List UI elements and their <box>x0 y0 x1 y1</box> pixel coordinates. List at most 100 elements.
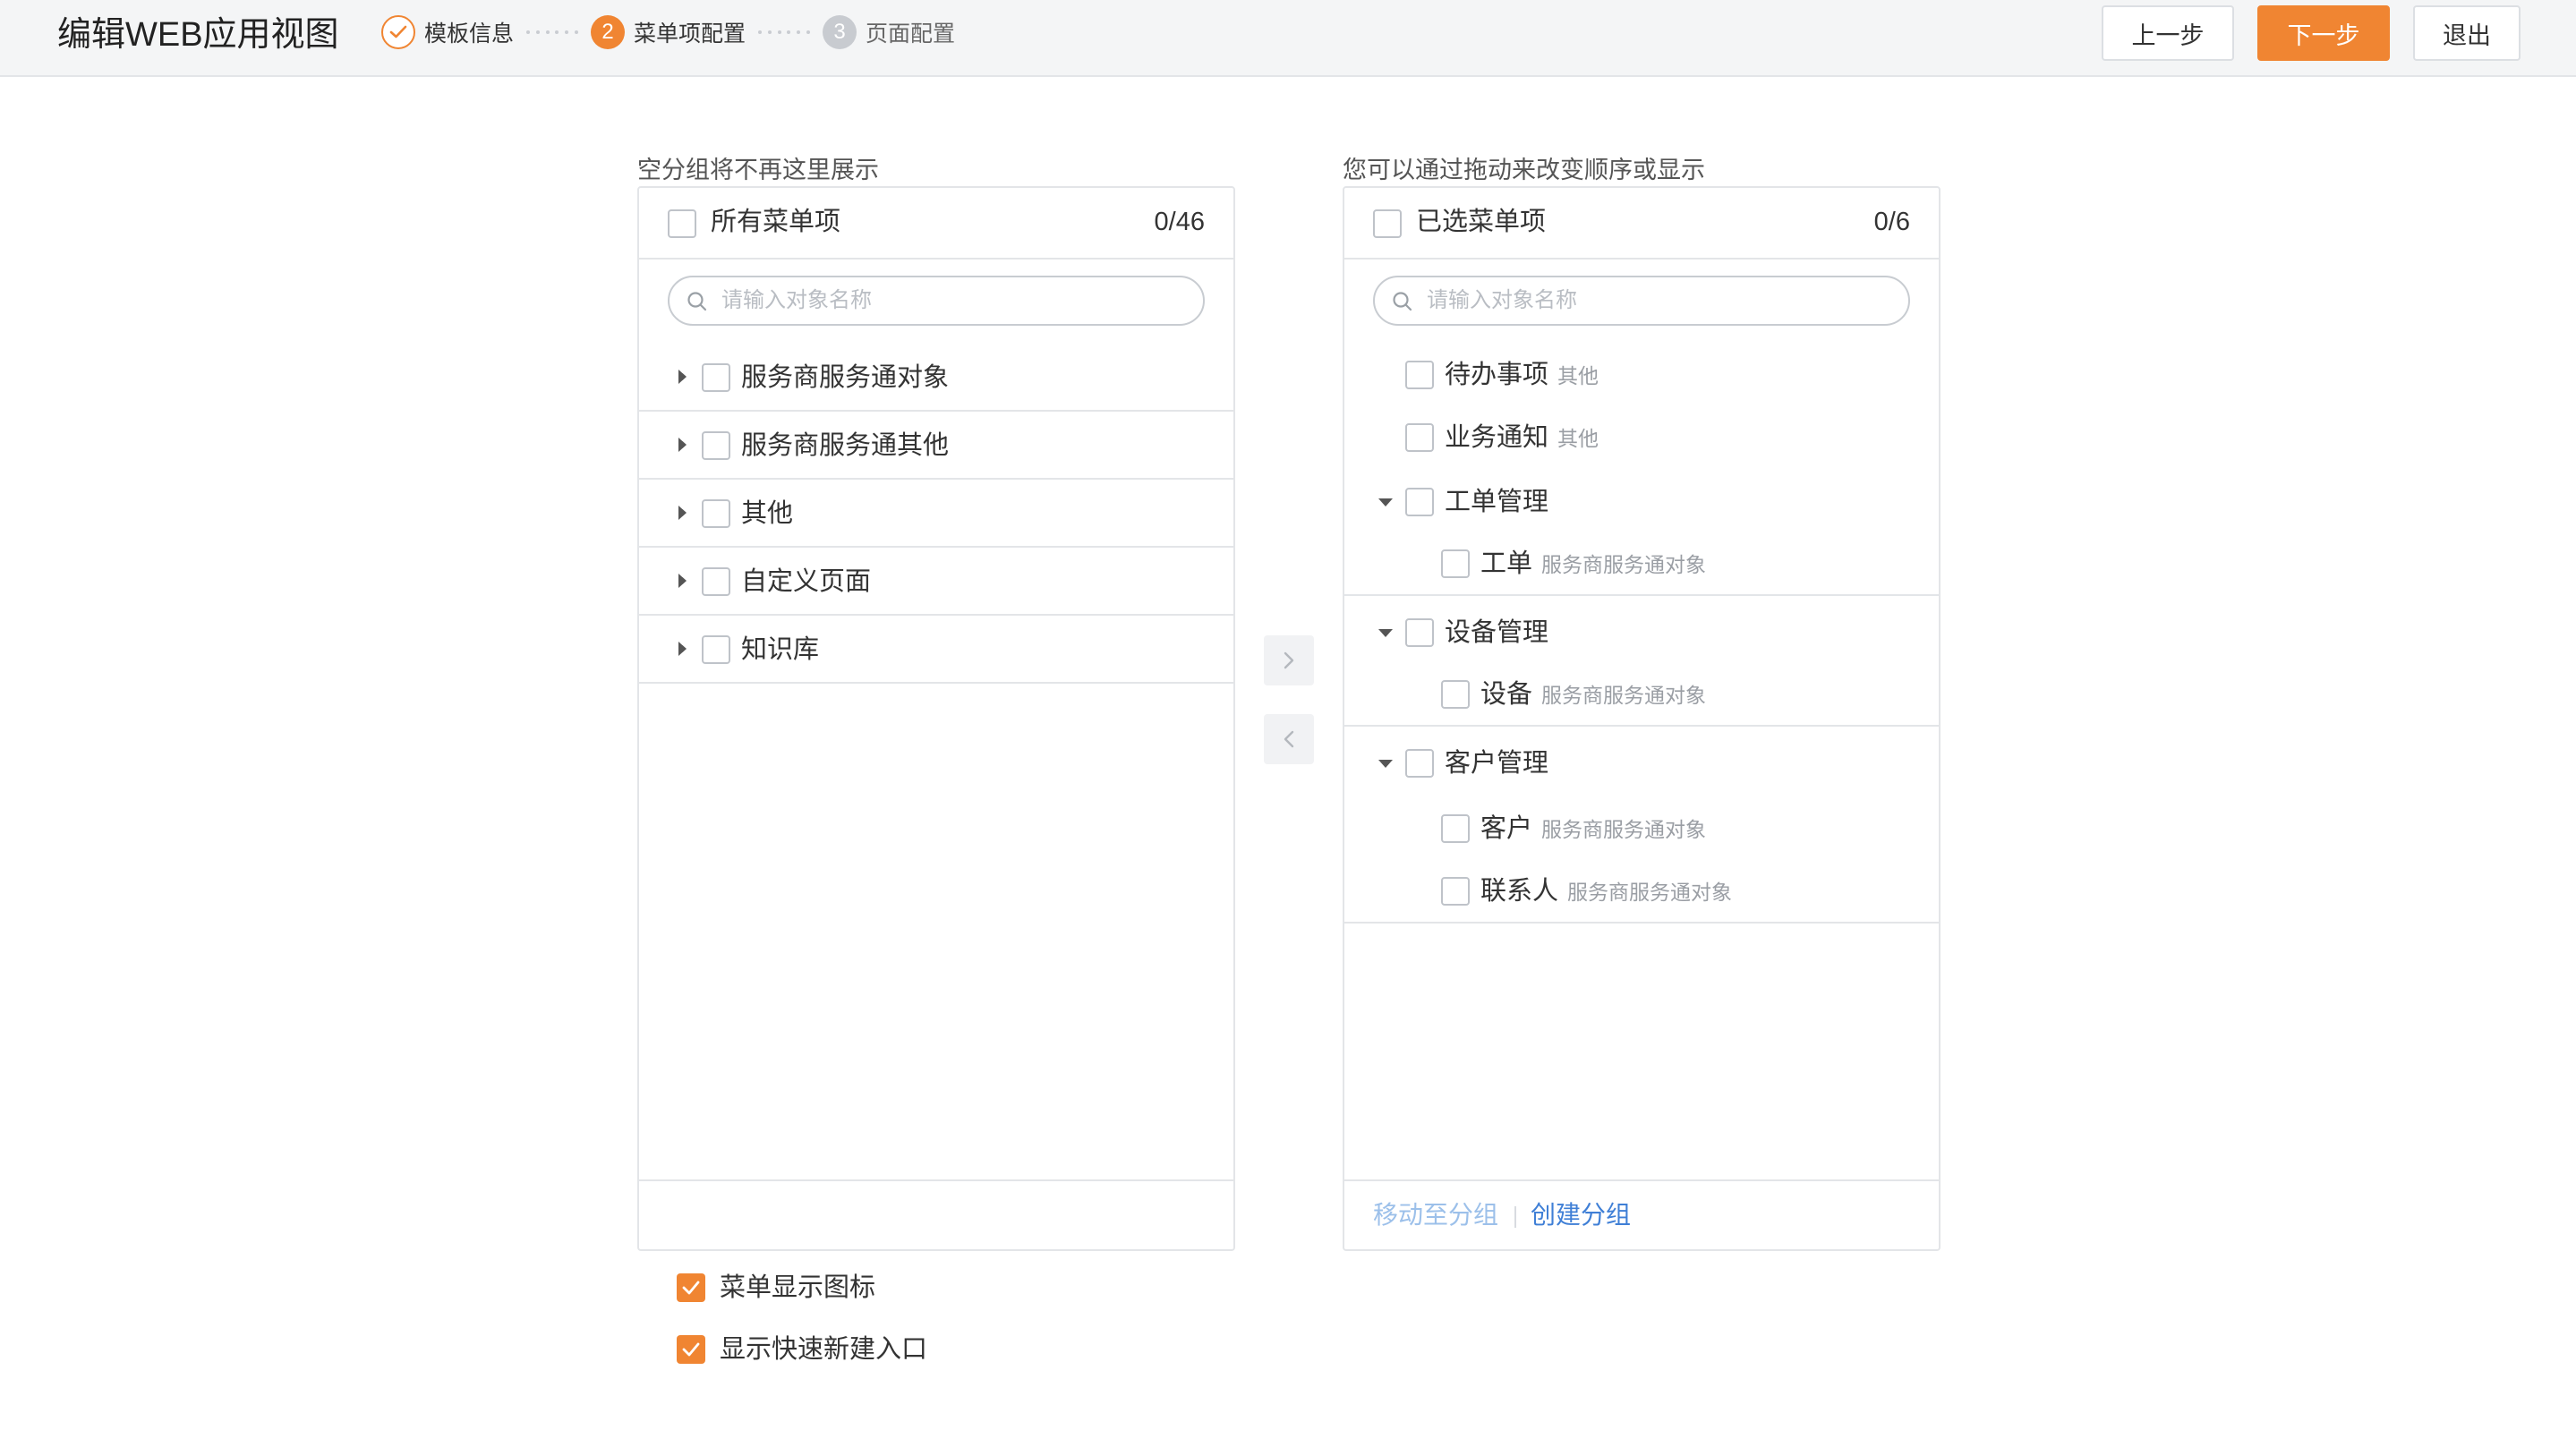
step-separator <box>758 30 811 34</box>
item-checkbox[interactable] <box>1441 549 1470 578</box>
move-left-button[interactable] <box>1264 714 1314 764</box>
caret-down-icon[interactable] <box>1378 629 1393 637</box>
item-checkbox[interactable] <box>702 567 730 596</box>
chevron-left-icon <box>1284 730 1294 748</box>
item-label: 服务商服务通其他 <box>741 431 950 460</box>
check-icon <box>389 25 407 38</box>
list-item[interactable]: 联系人 服务商服务通对象 <box>1344 859 1939 924</box>
list-item[interactable]: 服务商服务通其他 <box>639 412 1233 480</box>
search-icon <box>1393 292 1412 311</box>
group-item[interactable]: 设备管理 <box>1344 603 1939 662</box>
show-menu-icons-checkbox[interactable] <box>677 1273 705 1302</box>
item-checkbox[interactable] <box>1405 423 1434 452</box>
search-input[interactable] <box>1427 277 1892 324</box>
create-group-link[interactable]: 创建分组 <box>1531 1197 1631 1233</box>
prev-step-button[interactable]: 上一步 <box>2102 5 2234 61</box>
item-label: 其他 <box>741 499 794 528</box>
search-icon <box>687 292 707 311</box>
item-checkbox[interactable] <box>702 635 730 664</box>
step-separator <box>526 30 578 34</box>
item-label: 自定义页面 <box>741 567 872 596</box>
step-page-config: 3 页面配置 <box>823 14 955 50</box>
list-item[interactable]: 自定义页面 <box>639 548 1233 616</box>
list-item[interactable]: 知识库 <box>639 616 1233 684</box>
list-item[interactable]: 服务商服务通对象 <box>639 344 1233 412</box>
group-checkbox[interactable] <box>1405 749 1434 778</box>
page-header: 编辑WEB应用视图 模板信息 2 菜单项配置 3 页面配置 上一步 下一步 退出 <box>0 0 2576 77</box>
item-name: 联系人 <box>1480 877 1559 906</box>
selected-count: 0/6 <box>1873 208 1910 236</box>
step-menu-config: 2 菜单项配置 <box>591 14 746 50</box>
item-label: 设备 服务商服务通对象 <box>1480 677 1706 713</box>
group-checkbox[interactable] <box>1405 618 1434 647</box>
quick-create-entry-checkbox[interactable] <box>677 1335 705 1364</box>
list-item[interactable]: 设备 服务商服务通对象 <box>1344 662 1939 727</box>
move-right-button[interactable] <box>1264 635 1314 685</box>
search-input[interactable] <box>721 277 1187 324</box>
panel-header: 已选菜单项 0/6 <box>1344 188 1939 260</box>
move-to-group-link[interactable]: 移动至分组 <box>1373 1197 1498 1233</box>
item-category: 其他 <box>1557 364 1599 387</box>
item-name: 客户 <box>1480 814 1533 843</box>
group-item[interactable]: 客户管理 <box>1344 734 1939 793</box>
group-checkbox[interactable] <box>1405 488 1434 516</box>
exit-button[interactable]: 退出 <box>2413 5 2521 61</box>
select-all-checkbox[interactable] <box>1373 209 1402 238</box>
item-checkbox[interactable] <box>1441 877 1470 906</box>
caret-right-icon[interactable] <box>678 506 687 520</box>
item-name: 业务通知 <box>1445 423 1549 452</box>
caret-right-icon[interactable] <box>678 438 687 452</box>
item-label: 业务通知 其他 <box>1445 420 1599 456</box>
caret-right-icon[interactable] <box>678 642 687 656</box>
item-label: 服务商服务通对象 <box>741 363 950 392</box>
caret-down-icon[interactable] <box>1378 498 1393 506</box>
item-checkbox[interactable] <box>702 499 730 528</box>
option-label: 菜单显示图标 <box>720 1273 876 1302</box>
option-label: 显示快速新建入口 <box>720 1335 928 1364</box>
panel-header: 所有菜单项 0/46 <box>639 188 1233 260</box>
caret-right-icon[interactable] <box>678 574 687 588</box>
item-category: 其他 <box>1557 427 1599 450</box>
step-template-info: 模板信息 <box>381 14 514 50</box>
selected-count: 0/46 <box>1154 208 1205 236</box>
group-label: 设备管理 <box>1445 618 1549 647</box>
link-divider <box>1514 1206 1516 1228</box>
item-category: 服务商服务通对象 <box>1541 818 1707 841</box>
step-done-circle <box>381 15 415 49</box>
step-label: 模板信息 <box>424 21 515 47</box>
check-icon <box>682 1342 700 1357</box>
item-label: 知识库 <box>741 635 820 664</box>
all-menu-items-panel: 所有菜单项 0/46 服务商服务通对象 服务商服务通其他 其他 自定义页面 知识… <box>637 186 1235 1251</box>
panel-footer <box>639 1179 1233 1249</box>
left-panel-caption: 空分组将不再这里展示 <box>637 157 879 183</box>
item-checkbox[interactable] <box>702 431 730 460</box>
item-name: 待办事项 <box>1445 361 1549 389</box>
list-item[interactable]: 工单 服务商服务通对象 <box>1344 532 1939 596</box>
next-step-button[interactable]: 下一步 <box>2257 5 2390 61</box>
group-label: 客户管理 <box>1445 749 1549 778</box>
panel-footer: 移动至分组 创建分组 <box>1344 1179 1939 1249</box>
list-item[interactable]: 待办事项 其他 <box>1344 345 1939 404</box>
page-title: 编辑WEB应用视图 <box>57 16 339 54</box>
step-indicator: 模板信息 2 菜单项配置 3 页面配置 <box>381 14 955 50</box>
list-item[interactable]: 客户 服务商服务通对象 <box>1344 798 1939 859</box>
chevron-right-icon <box>1284 651 1294 669</box>
item-checkbox[interactable] <box>1441 814 1470 843</box>
select-all-checkbox[interactable] <box>668 209 696 238</box>
search-box <box>1373 276 1910 326</box>
item-checkbox[interactable] <box>1405 361 1434 389</box>
panel-title: 已选菜单项 <box>1416 208 1547 236</box>
item-category: 服务商服务通对象 <box>1541 684 1707 707</box>
panel-title: 所有菜单项 <box>711 208 841 236</box>
search-box <box>668 276 1205 326</box>
list-item[interactable]: 业务通知 其他 <box>1344 408 1939 467</box>
item-checkbox[interactable] <box>1441 680 1470 709</box>
group-item[interactable]: 工单管理 <box>1344 472 1939 532</box>
caret-right-icon[interactable] <box>678 370 687 384</box>
caret-down-icon[interactable] <box>1378 760 1393 768</box>
step-number: 2 <box>591 15 626 49</box>
item-label: 工单 服务商服务通对象 <box>1480 546 1706 583</box>
item-label: 联系人 服务商服务通对象 <box>1480 873 1732 910</box>
list-item[interactable]: 其他 <box>639 480 1233 548</box>
item-checkbox[interactable] <box>702 363 730 392</box>
